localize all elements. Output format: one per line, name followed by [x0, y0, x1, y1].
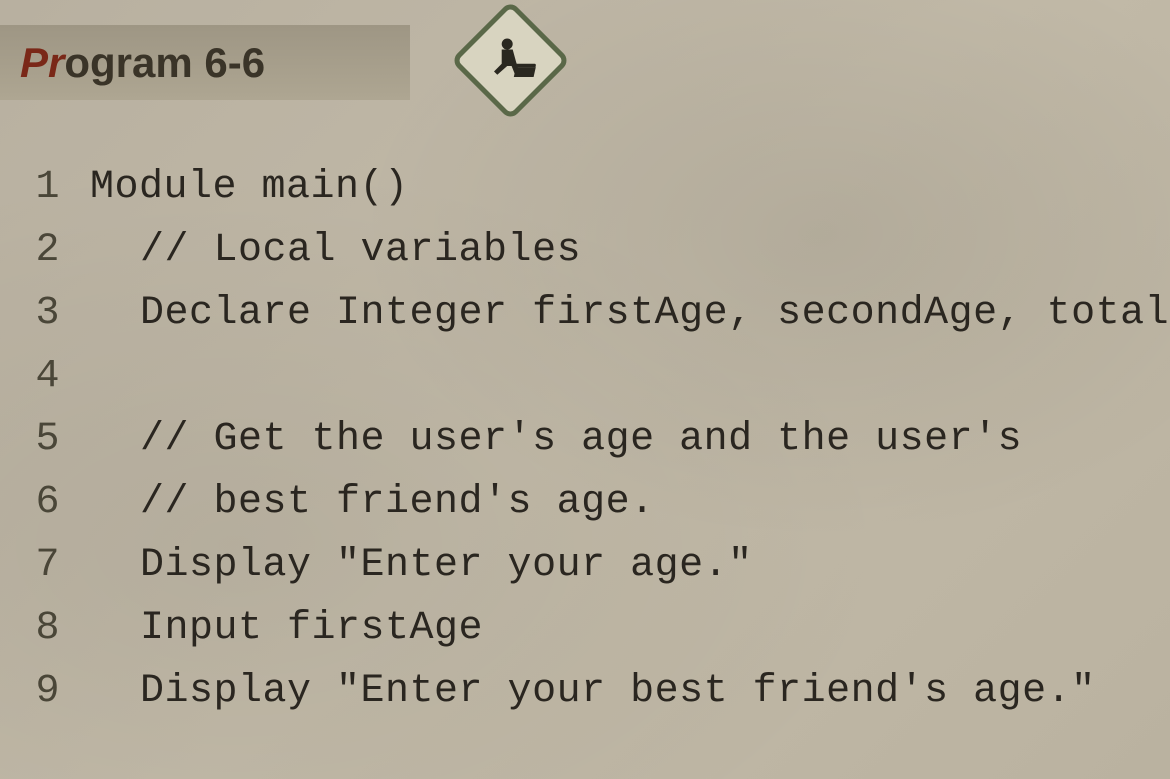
- line-number: 3: [20, 291, 90, 336]
- line-number: 9: [20, 669, 90, 714]
- diamond-frame: [450, 0, 570, 120]
- line-number: 5: [20, 417, 90, 462]
- program-title: Program 6-6: [20, 39, 265, 87]
- code-line: 7 Display "Enter your age.": [20, 543, 1170, 588]
- code-line: 1 Module main(): [20, 165, 1170, 210]
- code-listing: 1 Module main() 2 // Local variables 3 D…: [20, 165, 1170, 732]
- line-number: 6: [20, 480, 90, 525]
- code-text: // best friend's age.: [90, 480, 655, 525]
- hands-on-badge: [450, 0, 570, 120]
- line-number: 1: [20, 165, 90, 210]
- code-line: 4: [20, 354, 1170, 399]
- hands-on-keyboard-icon: [483, 33, 538, 88]
- code-text: Display "Enter your best friend's age.": [90, 669, 1096, 714]
- title-rest: ogram 6-6: [64, 39, 265, 86]
- code-text: Declare Integer firstAge, secondAge, tot…: [90, 291, 1169, 336]
- program-header: Program 6-6: [0, 25, 410, 100]
- line-number: 2: [20, 228, 90, 273]
- code-line: 9 Display "Enter your best friend's age.…: [20, 669, 1170, 714]
- code-line: 6 // best friend's age.: [20, 480, 1170, 525]
- code-line: 2 // Local variables: [20, 228, 1170, 273]
- line-number: 4: [20, 354, 90, 399]
- code-text: Display "Enter your age.": [90, 543, 753, 588]
- code-line: 8 Input firstAge: [20, 606, 1170, 651]
- code-text: Input firstAge: [90, 606, 483, 651]
- code-text: // Get the user's age and the user's: [90, 417, 1022, 462]
- code-line: 3 Declare Integer firstAge, secondAge, t…: [20, 291, 1170, 336]
- line-number: 8: [20, 606, 90, 651]
- title-accent: Pr: [20, 39, 64, 86]
- code-text: Module main(): [90, 165, 409, 210]
- line-number: 7: [20, 543, 90, 588]
- code-line: 5 // Get the user's age and the user's: [20, 417, 1170, 462]
- code-text: // Local variables: [90, 228, 581, 273]
